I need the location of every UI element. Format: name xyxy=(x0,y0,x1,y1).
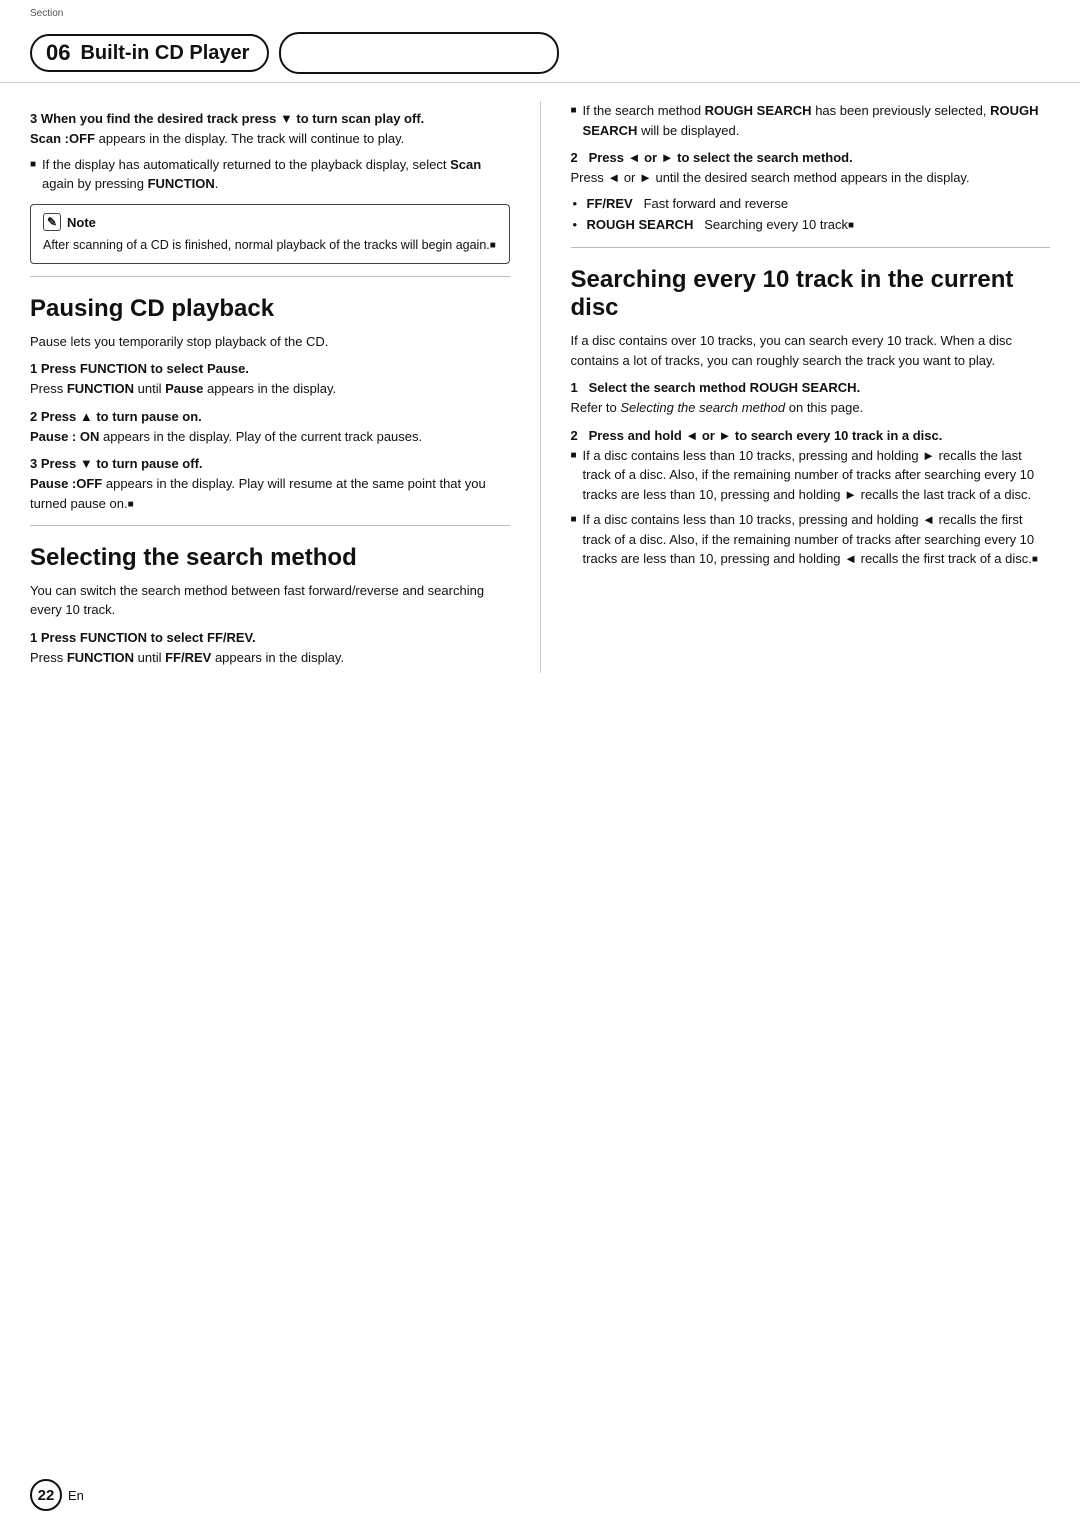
search-step1-body: Press FUNCTION until FF/REV appears in t… xyxy=(30,648,510,668)
search-method-section: Selecting the search method You can swit… xyxy=(30,544,510,667)
step3-scan-bullet1: ■ If the display has automatically retur… xyxy=(30,155,510,194)
pausing-step2-body: Pause : ON appears in the display. Play … xyxy=(30,427,510,447)
section-label: Section xyxy=(30,8,63,19)
bullet-ffrev: FF/REV Fast forward and reverse xyxy=(571,194,1051,214)
search-step1-heading: 1 Press FUNCTION to select FF/REV. xyxy=(30,630,510,645)
header: 06 Built-in CD Player xyxy=(0,0,1080,83)
col-right: ■ If the search method ROUGH SEARCH has … xyxy=(571,101,1051,673)
page-number-area: 22 En xyxy=(30,1479,84,1511)
step3-scan-body: Scan :OFF appears in the display. The tr… xyxy=(30,129,510,149)
pausing-step1-body: Press FUNCTION until Pause appears in th… xyxy=(30,379,510,399)
pausing-step1-heading: 1 Press FUNCTION to select Pause. xyxy=(30,361,510,376)
main-content: 3 When you find the desired track press … xyxy=(0,83,1080,693)
page: Section 06 Built-in CD Player 3 When you… xyxy=(0,0,1080,1529)
right-step2-body: Press ◄ or ► until the desired search me… xyxy=(571,168,1051,188)
divider-searching xyxy=(571,247,1051,248)
right-step2-heading: 2 Press ◄ or ► to select the search meth… xyxy=(571,150,1051,165)
note-box: ✎ Note After scanning of a CD is finishe… xyxy=(30,204,510,264)
sq-icon-r1: ■ xyxy=(571,103,577,118)
sq-icon-s1: ■ xyxy=(571,448,577,463)
pausing-step2-heading: 2 Press ▲ to turn pause on. xyxy=(30,409,510,424)
searching-intro: If a disc contains over 10 tracks, you c… xyxy=(571,331,1051,370)
col-left: 3 When you find the desired track press … xyxy=(30,101,510,673)
searching-section: Searching every 10 track in the current … xyxy=(571,266,1051,569)
section-badge: 06 Built-in CD Player xyxy=(30,34,269,72)
page-number-circle: 22 xyxy=(30,1479,62,1511)
right-bullet1: ■ If the search method ROUGH SEARCH has … xyxy=(571,101,1051,140)
pausing-step3-body: Pause :OFF appears in the display. Play … xyxy=(30,474,510,513)
sq-icon-s2: ■ xyxy=(571,512,577,527)
header-right-box xyxy=(279,32,559,74)
searching-bullet1: ■ If a disc contains less than 10 tracks… xyxy=(571,446,1051,505)
bullet-rough: ROUGH SEARCH Searching every 10 track■ xyxy=(571,215,1051,235)
note-icon: ✎ xyxy=(43,213,61,231)
top-section-right: ■ If the search method ROUGH SEARCH has … xyxy=(571,101,1051,235)
section-number: 06 xyxy=(46,40,70,66)
divider-search xyxy=(30,525,510,526)
searching-heading: Searching every 10 track in the current … xyxy=(571,266,1051,324)
pausing-intro: Pause lets you temporarily stop playback… xyxy=(30,332,510,352)
searching-step1-heading: 1 Select the search method ROUGH SEARCH. xyxy=(571,380,1051,395)
search-method-list: FF/REV Fast forward and reverse ROUGH SE… xyxy=(571,194,1051,235)
searching-step1-body: Refer to Selecting the search method on … xyxy=(571,398,1051,418)
searching-step2-heading: 2 Press and hold ◄ or ► to search every … xyxy=(571,428,1051,443)
step3-scan-heading: 3 When you find the desired track press … xyxy=(30,111,510,126)
pausing-section: Pausing CD playback Pause lets you tempo… xyxy=(30,295,510,513)
top-section-left: 3 When you find the desired track press … xyxy=(30,111,510,264)
sq-icon: ■ xyxy=(30,157,36,172)
section-title: Built-in CD Player xyxy=(80,42,249,65)
pausing-heading: Pausing CD playback xyxy=(30,295,510,324)
searching-bullet2: ■ If a disc contains less than 10 tracks… xyxy=(571,510,1051,569)
search-method-intro: You can switch the search method between… xyxy=(30,581,510,620)
column-divider xyxy=(540,101,541,673)
note-title: ✎ Note xyxy=(43,213,497,233)
page-lang: En xyxy=(68,1488,84,1503)
pausing-step3-heading: 3 Press ▼ to turn pause off. xyxy=(30,456,510,471)
search-method-heading: Selecting the search method xyxy=(30,544,510,573)
note-body: After scanning of a CD is finished, norm… xyxy=(43,236,497,255)
divider-pausing xyxy=(30,276,510,277)
